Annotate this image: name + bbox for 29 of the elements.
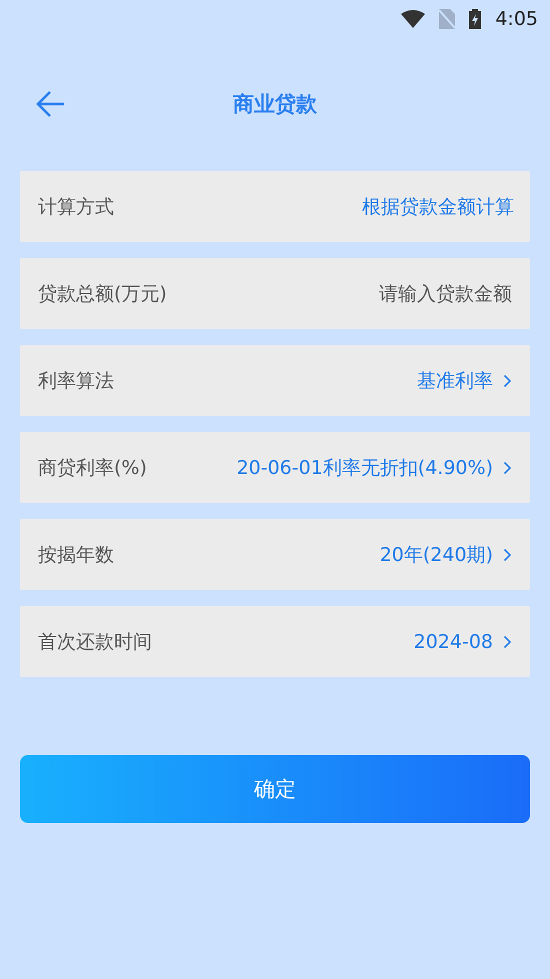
battery-icon [469,9,482,29]
chevron-icon [503,374,512,388]
confirm-button[interactable]: 确定 [20,755,530,823]
row-label: 计算方式 [38,194,114,220]
row-value[interactable]: 20年(240期) [380,542,493,568]
row-label: 按揭年数 [38,542,114,568]
wifi-icon [401,10,426,28]
form-row[interactable]: 首次还款时间 2024-08 [20,606,530,677]
row-value[interactable]: 根据贷款金额计算 [362,194,514,220]
row-label: 贷款总额(万元) [38,282,167,306]
page-title: 商业贷款 [233,91,317,118]
chevron-icon [503,634,512,648]
row-label: 首次还款时间 [38,630,152,654]
form-row[interactable]: 利率算法 基准利率 [20,345,530,416]
loan-amount-field[interactable]: 请输入贷款金额 [292,282,512,304]
form-row[interactable]: 按揭年数 20年(240期) [20,519,530,590]
form-row[interactable]: 贷款总额(万元) 请输入贷款金额 [20,258,530,329]
form-row[interactable]: 商贷利率(%) 20-06-01利率无折扣(4.90%) [20,432,530,503]
form-row[interactable]: 计算方式 根据贷款金额计算 [20,171,530,242]
chevron-icon [503,548,512,562]
no-sim-icon [439,9,456,29]
clock-time: 4:05 [495,8,538,30]
back-arrow-icon[interactable] [36,89,66,119]
row-value[interactable]: 2024-08 [414,630,493,652]
row-label: 利率算法 [38,368,114,394]
row-label: 商贷利率(%) [38,456,147,480]
row-value[interactable]: 20-06-01利率无折扣(4.90%) [236,454,493,480]
chevron-icon [503,460,512,474]
row-value[interactable]: 基准利率 [417,368,493,394]
